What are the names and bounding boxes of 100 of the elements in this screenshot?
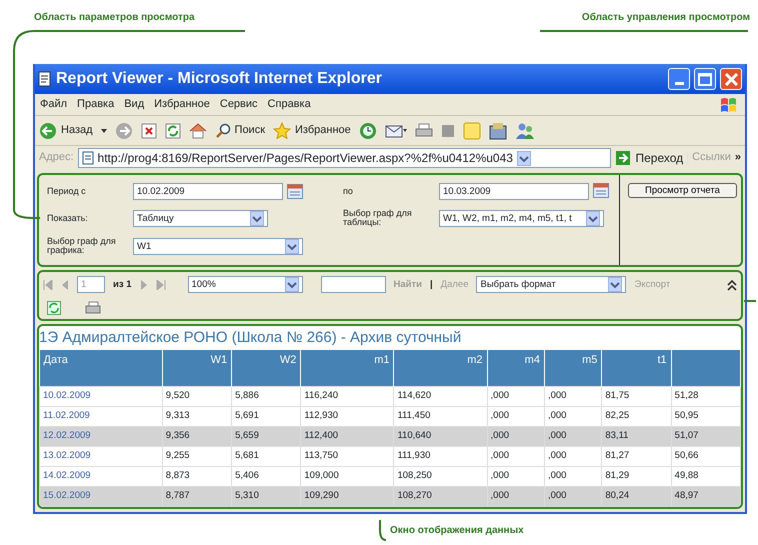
table-cell: ,000: [487, 426, 544, 446]
search-button[interactable]: Поиск: [214, 122, 266, 139]
table-cell: 82,25: [602, 406, 672, 426]
parameter-label: Период с: [47, 186, 87, 196]
table-cell: 9,255: [162, 446, 232, 466]
table-cell: 116,240: [300, 386, 394, 406]
table-cell: 108,250: [394, 466, 488, 486]
address-field[interactable]: http://prog4:8169/ReportServer/Pages/ReportViewer.aspx?%2f%u0412%u043: [78, 148, 612, 168]
table-cell: 50,66: [671, 446, 740, 466]
table-cell: 112,400: [300, 426, 394, 446]
home-icon[interactable]: [188, 122, 207, 138]
table-cell: 10.02.2009: [40, 386, 162, 406]
page-icon: [82, 151, 94, 165]
table-cell: 80,24: [602, 486, 672, 506]
table-cell: 14.02.2009: [40, 466, 162, 486]
folder-icon[interactable]: [488, 122, 507, 140]
table-cell: 9,356: [162, 426, 232, 446]
table-cell: 9,313: [162, 406, 232, 426]
table-cell: 111,450: [394, 406, 488, 426]
leader-line: [744, 300, 756, 302]
back-button[interactable]: Назад: [39, 122, 93, 140]
menu-item[interactable]: Вид: [119, 96, 150, 114]
table-cell: ,000: [544, 406, 602, 426]
table-cell: 50,95: [671, 406, 740, 426]
table-cell: 51,28: [671, 386, 740, 406]
table-cell: 9,520: [162, 386, 232, 406]
table-cell: 109,290: [300, 486, 394, 506]
collapse-chevron-icon[interactable]: [727, 278, 737, 290]
parameter-label: Выбор граф для графика:: [47, 236, 117, 256]
column-header: m1: [300, 350, 394, 386]
table-cell: 111,930: [394, 446, 488, 466]
search-icon: [214, 122, 231, 138]
table-cell: 12.02.2009: [40, 426, 162, 446]
address-text: http://prog4:8169/ReportServer/Pages/ReportViewer.aspx?%2f%u0412%u043: [98, 150, 513, 166]
favorites-button[interactable]: Избранное: [273, 122, 351, 139]
printer-icon[interactable]: [85, 301, 101, 315]
refresh-icon[interactable]: [164, 122, 181, 138]
calendar-icon[interactable]: [593, 183, 609, 198]
table-cell: ,000: [544, 446, 602, 466]
column-header: t1: [602, 350, 672, 386]
page-count: из 1: [113, 278, 132, 290]
go-button[interactable]: Переход: [615, 149, 684, 167]
history-icon[interactable]: [358, 122, 377, 140]
calendar-icon[interactable]: [287, 184, 303, 199]
maximize-button[interactable]: [694, 68, 716, 90]
table-cell: 5,886: [232, 386, 301, 406]
more-chevron[interactable]: »: [734, 151, 741, 165]
table-cell: 81,29: [602, 466, 672, 486]
table-cell: 81,75: [602, 386, 672, 406]
view-report-button[interactable]: Просмотр отчета: [628, 183, 737, 198]
printer-icon[interactable]: [414, 122, 433, 138]
find-field[interactable]: [320, 276, 386, 293]
table-cell: 5,310: [232, 486, 301, 506]
table-cell: ,000: [487, 446, 544, 466]
field-value: W1, W2, m1, m2, m4, m5, t1, t: [443, 212, 572, 224]
separator-text: |: [430, 278, 433, 290]
menu-item[interactable]: Сервис: [214, 96, 263, 114]
parameter-label: по: [343, 186, 354, 196]
mail-icon[interactable]: [384, 122, 407, 138]
menu-item[interactable]: Файл: [35, 96, 72, 114]
menu-item[interactable]: Правка: [72, 96, 120, 114]
parameter-label: Выбор граф для таблицы:: [343, 209, 413, 228]
table-cell: 112,930: [300, 406, 394, 426]
field-value: 10.03.2009: [443, 186, 491, 198]
windows-logo-icon: [719, 96, 739, 114]
zoom-dropdown[interactable]: 100%: [188, 276, 302, 293]
input-field[interactable]: W1: [133, 238, 303, 255]
minimize-button[interactable]: [668, 68, 690, 90]
page-icon: [38, 71, 52, 87]
parameter-label: Показать:: [47, 214, 89, 224]
column-header: m4: [487, 350, 544, 386]
input-field[interactable]: W1, W2, m1, m2, m4, m5, t1, t: [439, 210, 604, 227]
field-value: W1: [137, 240, 152, 252]
input-field[interactable]: Таблицу: [133, 210, 268, 227]
table-cell: 8,873: [162, 466, 232, 486]
table-cell: ,000: [544, 426, 602, 446]
menu-item[interactable]: Справка: [262, 96, 316, 114]
table-cell: 8,787: [162, 486, 232, 506]
column-header: Дата: [40, 350, 162, 386]
input-field[interactable]: 10.03.2009: [439, 183, 589, 200]
input-field[interactable]: 10.02.2009: [133, 183, 283, 200]
table-cell: 83,11: [602, 426, 672, 446]
table-cell: ,000: [544, 466, 602, 486]
menu-item[interactable]: Избранное: [149, 96, 215, 114]
callout-label: Окно отображения данных: [390, 524, 524, 536]
table-cell: ,000: [487, 466, 544, 486]
table-cell: ,000: [487, 406, 544, 426]
column-header: W1: [162, 350, 232, 386]
minimize-icon: [674, 82, 684, 85]
close-button[interactable]: [720, 68, 742, 90]
refresh-icon[interactable]: [47, 301, 61, 315]
table-cell: 5,681: [232, 446, 301, 466]
people-icon[interactable]: [514, 122, 535, 140]
export-format-dropdown[interactable]: Выбрать формат: [476, 276, 626, 293]
go-arrow-icon: [615, 150, 632, 166]
dropdown-caret-icon[interactable]: [100, 128, 107, 132]
callout-label: Область параметров просмотра: [34, 12, 195, 24]
stop-icon[interactable]: [140, 122, 157, 138]
close-icon: [724, 72, 738, 86]
table-cell: 51,07: [671, 426, 740, 446]
